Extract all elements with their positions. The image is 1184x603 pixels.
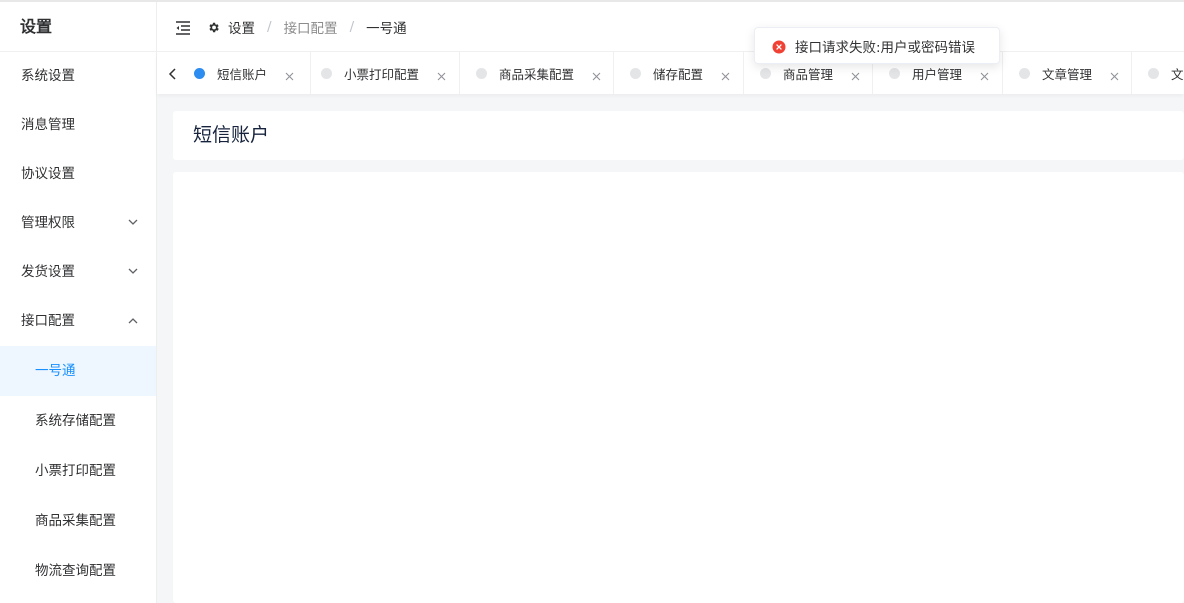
tab-article-management[interactable]: 文章管理 [1003,52,1132,94]
sidebar-item-label: 系统设置 [21,68,75,84]
tab-receipt-print-config[interactable]: 小票打印配置 [311,52,460,94]
sidebar-subitem-receipt-print-config[interactable]: 小票打印配置 [0,446,156,496]
close-icon[interactable] [1110,69,1119,80]
breadcrumb-separator: / [267,19,272,35]
sidebar-item-label: 协议设置 [21,166,75,182]
toast-message: 接口请求失败:用户或密码错误 [795,39,976,56]
sidebar-item-label: 管理权限 [21,215,75,231]
tab-status-dot [321,67,332,79]
sidebar-item-label: 物流查询配置 [35,563,116,579]
sidebar-item-interface-config[interactable]: 接口配置 [0,297,156,346]
sidebar-item-label: 系统存储配置 [35,413,116,429]
sidebar-item-label: 一号通 [35,363,76,379]
tab-product-collect-config[interactable]: 商品采集配置 [460,52,614,94]
sidebar-item-label: 接口配置 [21,313,75,329]
close-icon[interactable] [980,69,989,80]
tab-status-dot [1019,67,1030,79]
tab-label: 储存配置 [653,66,704,82]
tab-status-dot [194,67,205,79]
tabs: 短信账户 小票打印配置 商品采集配置 储存配置 商品管理 用户管理 文章管理 文 [185,52,1184,94]
content-area [173,172,1184,603]
menu-collapse-icon[interactable] [175,20,191,35]
tab-label: 用户管理 [912,66,963,82]
tab-label: 短信账户 [217,66,268,82]
tab-label: 文 [1171,66,1184,82]
close-icon[interactable] [721,69,730,80]
tab-status-dot [889,67,900,79]
tab-status-dot [1148,67,1159,79]
breadcrumb-root[interactable]: 设置 [228,17,255,37]
tab-status-dot [760,67,771,79]
tab-partial[interactable]: 文 [1132,52,1184,94]
sidebar: 设置 系统设置 消息管理 协议设置 管理权限 发货设置 接口配置 一号通 系统存… [0,2,157,603]
sidebar-item-permissions[interactable]: 管理权限 [0,199,156,248]
breadcrumb-current: 一号通 [366,21,407,37]
sidebar-item-message-management[interactable]: 消息管理 [0,101,156,150]
sidebar-subitem-logistics-config[interactable]: 物流查询配置 [0,546,156,596]
close-icon[interactable] [592,69,601,80]
close-icon[interactable] [285,69,294,80]
tab-label: 商品采集配置 [499,66,575,82]
sidebar-item-label: 小票打印配置 [35,463,116,479]
tab-status-dot [476,67,487,79]
sidebar-subitem-product-collect-config[interactable]: 商品采集配置 [0,496,156,546]
sidebar-item-label: 发货设置 [21,264,75,280]
error-toast: 接口请求失败:用户或密码错误 [754,27,1000,64]
sidebar-subitem-storage-config[interactable]: 系统存储配置 [0,396,156,446]
tab-sms-account[interactable]: 短信账户 [185,52,311,94]
sidebar-item-label: 商品采集配置 [35,513,116,529]
breadcrumb-separator: / [349,19,355,35]
page-title: 短信账户 [193,124,270,146]
page-header-card: 短信账户 [173,111,1184,160]
gear-icon [207,21,220,34]
breadcrumb-parent[interactable]: 接口配置 [284,17,338,37]
sidebar-item-system-settings[interactable]: 系统设置 [0,52,156,101]
tab-bar: 短信账户 小票打印配置 商品采集配置 储存配置 商品管理 用户管理 文章管理 文 [157,52,1184,94]
tab-storage-config[interactable]: 储存配置 [614,52,744,94]
chevron-down-icon [128,199,138,248]
tab-status-dot [630,67,641,79]
sidebar-item-agreement-settings[interactable]: 协议设置 [0,150,156,199]
tab-label: 小票打印配置 [344,66,420,82]
sidebar-subitem-yihaotong[interactable]: 一号通 [0,346,156,396]
chevron-up-icon [128,297,138,346]
tab-label: 文章管理 [1042,66,1093,82]
breadcrumb: 设置 / 接口配置 / 一号通 [207,2,407,52]
tab-label: 商品管理 [783,66,834,82]
chevron-down-icon [128,248,138,297]
sidebar-item-shipping-settings[interactable]: 发货设置 [0,248,156,297]
sidebar-title: 设置 [0,2,156,52]
sidebar-item-label: 消息管理 [21,117,75,133]
header: 设置 / 接口配置 / 一号通 [157,2,1184,52]
close-icon[interactable] [851,69,860,80]
close-icon[interactable] [437,69,446,80]
error-circle-icon [772,39,786,53]
chevron-left-icon[interactable] [167,66,179,80]
